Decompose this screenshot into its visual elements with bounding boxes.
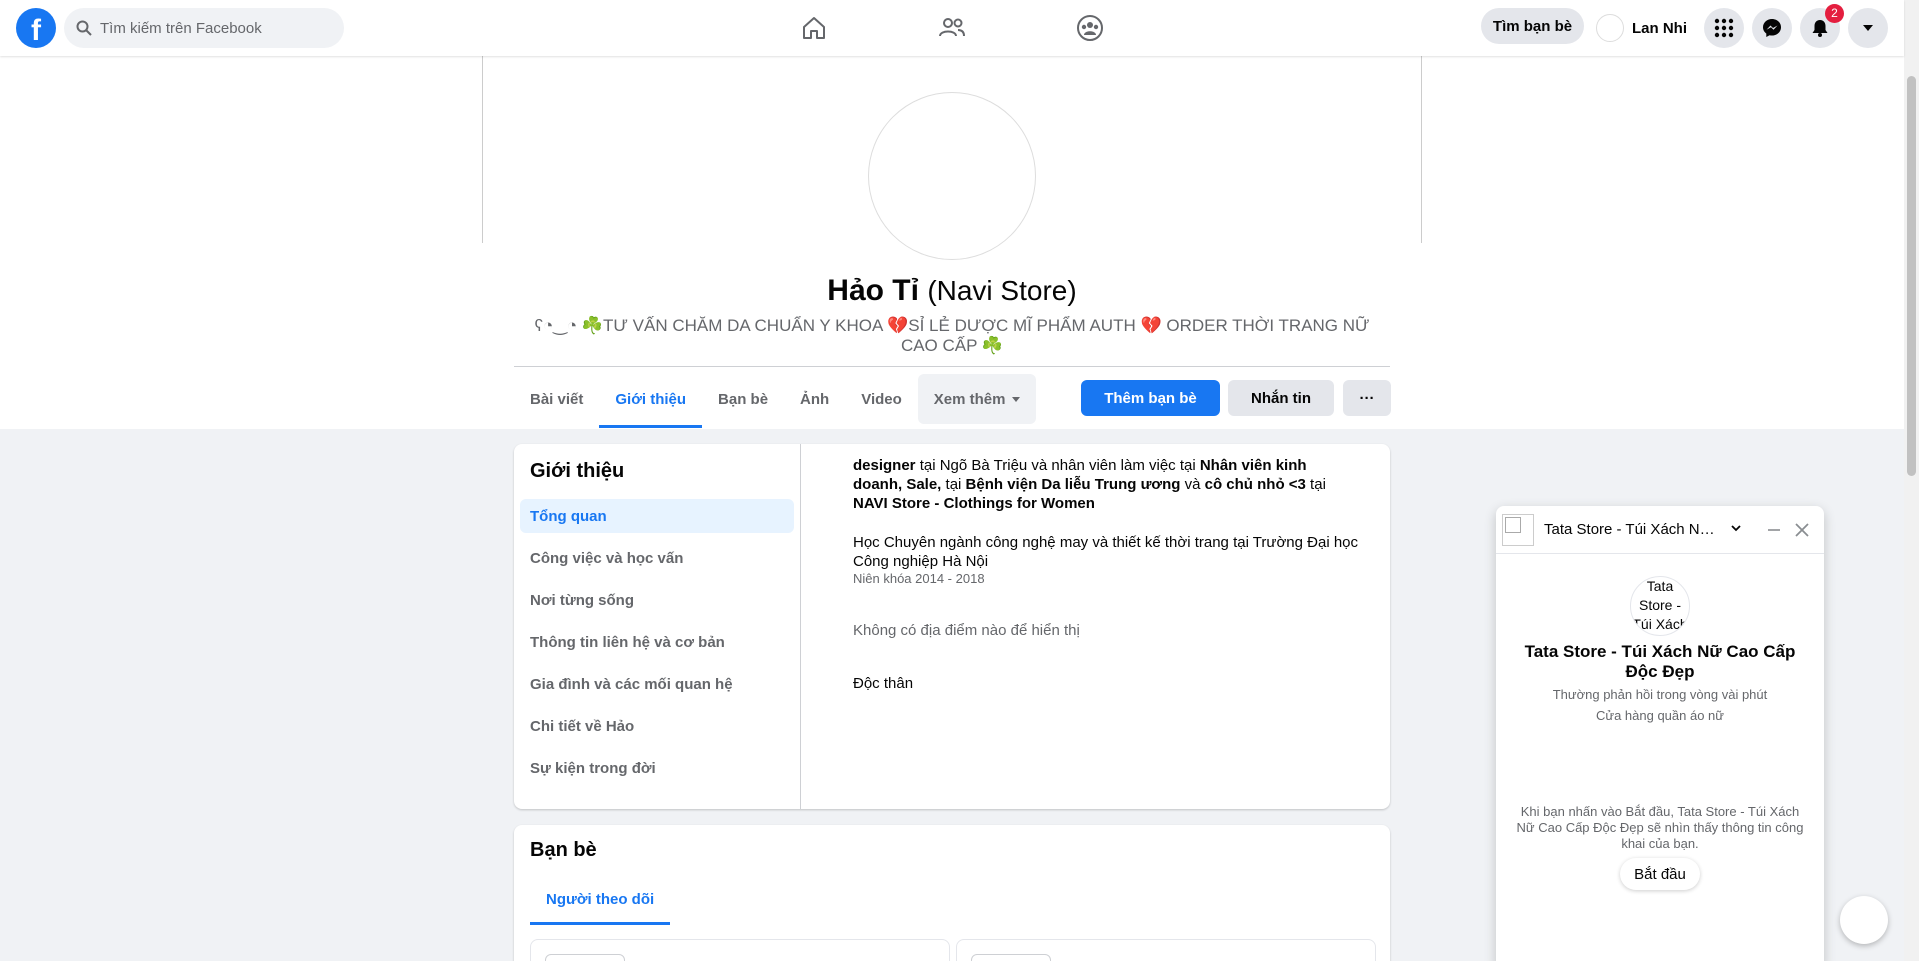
page-scrollbar[interactable] bbox=[1904, 0, 1919, 961]
chat-title[interactable]: Tata Store - Túi Xách Nữ Cao Cấp Độc Đẹp bbox=[1544, 521, 1724, 538]
friends-icon bbox=[939, 18, 965, 37]
list-item[interactable] bbox=[956, 939, 1376, 961]
friend-thumbnail bbox=[971, 954, 1051, 961]
chat-response-time: Thường phản hồi trong vòng vài phút bbox=[1552, 687, 1768, 702]
intro-nav-work-education[interactable]: Công việc và học vấn bbox=[520, 541, 794, 575]
notification-badge: 2 bbox=[1825, 4, 1844, 23]
chat-page-name: Tata Store - Túi Xách Nữ Cao Cấp Độc Đẹp bbox=[1524, 642, 1796, 681]
profile-avatar[interactable] bbox=[868, 92, 1036, 260]
chat-page-category: Cửa hàng quần áo nữ bbox=[1595, 708, 1724, 723]
intro-nav-life-events[interactable]: Sự kiện trong đời bbox=[520, 751, 794, 785]
places-info: Không có địa điểm nào để hiển thị bbox=[853, 622, 1080, 639]
chat-page-avatar: Tata Store - Túi Xách bbox=[1630, 576, 1690, 636]
cover-photo-border bbox=[1421, 56, 1422, 243]
user-profile-chip[interactable]: Lan Nhi bbox=[1596, 12, 1687, 44]
account-menu-button[interactable] bbox=[1848, 8, 1888, 48]
close-icon bbox=[1795, 523, 1809, 537]
groups-nav-button[interactable] bbox=[1060, 8, 1120, 48]
find-friends-button[interactable]: Tìm bạn bè bbox=[1481, 8, 1584, 44]
add-friend-button[interactable]: Thêm bạn bè bbox=[1081, 380, 1220, 416]
work-text: tại bbox=[941, 476, 966, 493]
profile-tabs: Bài viết Giới thiệu Bạn bè Ảnh Video Xem… bbox=[514, 372, 1036, 428]
chat-page-thumbnail bbox=[1502, 514, 1534, 546]
work-text: và bbox=[1180, 476, 1205, 493]
groups-icon bbox=[1077, 15, 1103, 41]
profile-header: Hảo Tỉ (Navi Store) ʕ◔‿◔ ☘️TƯ VẤN CHĂM D… bbox=[0, 56, 1904, 429]
chat-popup: Tata Store - Túi Xách Nữ Cao Cấp Độc Đẹp… bbox=[1496, 506, 1824, 961]
minimize-button[interactable] bbox=[1762, 518, 1786, 542]
home-icon bbox=[803, 17, 825, 39]
avatar bbox=[1596, 14, 1624, 42]
caret-down-icon bbox=[1863, 25, 1873, 31]
work-place[interactable]: NAVI Store - Clothings for Women bbox=[853, 495, 1095, 512]
new-message-button[interactable] bbox=[1840, 896, 1888, 944]
search-icon bbox=[76, 20, 92, 36]
message-button[interactable]: Nhắn tin bbox=[1228, 380, 1334, 416]
friends-nav-button[interactable] bbox=[922, 8, 982, 48]
minimize-icon bbox=[1768, 529, 1780, 531]
work-place[interactable]: Bệnh viện Da liễu Trung ương bbox=[966, 476, 1181, 493]
intro-card: Giới thiệu Tổng quan Công việc và học vấ… bbox=[514, 444, 1390, 809]
start-chat-button[interactable]: Bắt đầu bbox=[1620, 858, 1700, 890]
messenger-button[interactable] bbox=[1752, 8, 1792, 48]
relationship-info: Độc thân bbox=[853, 675, 914, 692]
profile-name: Hảo Tỉ (Navi Store) bbox=[514, 274, 1390, 308]
intro-nav: Tổng quan Công việc và học vấn Nơi từng … bbox=[520, 499, 794, 793]
chat-privacy-note: Khi bạn nhấn vào Bắt đầu, Tata Store - T… bbox=[1516, 804, 1804, 851]
top-navigation-bar: f Tìm bạn bè Lan Nhi 2 bbox=[0, 0, 1904, 56]
tab-about[interactable]: Giới thiệu bbox=[599, 372, 702, 428]
user-name: Lan Nhi bbox=[1632, 19, 1687, 37]
education-info: Học Chuyên ngành công nghệ may và thiết … bbox=[853, 533, 1373, 587]
tab-posts[interactable]: Bài viết bbox=[514, 372, 599, 426]
menu-button[interactable] bbox=[1704, 8, 1744, 48]
see-more-label: Xem thêm bbox=[933, 390, 1006, 408]
messenger-icon bbox=[1763, 19, 1781, 37]
profile-alt-name: (Navi Store) bbox=[927, 275, 1077, 306]
list-item[interactable] bbox=[530, 939, 950, 961]
profile-display-name: Hảo Tỉ bbox=[827, 274, 919, 307]
education-text: Học Chuyên ngành công nghệ may và thiết … bbox=[853, 534, 1358, 570]
work-text: tại Ngõ Bà Triệu và nhân viên làm việc t… bbox=[915, 457, 1200, 474]
friends-title: Bạn bè bbox=[530, 839, 597, 861]
intro-nav-family[interactable]: Gia đình và các mối quan hệ bbox=[520, 667, 794, 701]
chevron-down-icon[interactable] bbox=[1730, 522, 1742, 534]
scrollbar-thumb[interactable] bbox=[1907, 76, 1916, 476]
search-input[interactable] bbox=[100, 8, 336, 48]
tab-see-more[interactable]: Xem thêm bbox=[917, 374, 1036, 424]
tab-followers[interactable]: Người theo dõi bbox=[530, 873, 671, 925]
grid-menu-icon bbox=[1714, 18, 1734, 38]
facebook-logo-icon[interactable]: f bbox=[16, 8, 56, 48]
work-title[interactable]: cô chủ nhỏ <3 bbox=[1205, 476, 1306, 493]
cover-photo-border bbox=[482, 56, 483, 243]
tab-friends[interactable]: Bạn bè bbox=[702, 372, 784, 426]
work-title[interactable]: designer bbox=[853, 457, 916, 474]
bell-icon bbox=[1812, 20, 1828, 37]
intro-title: Giới thiệu bbox=[530, 460, 625, 482]
intro-nav-places[interactable]: Nơi từng sống bbox=[520, 583, 794, 617]
intro-nav-overview[interactable]: Tổng quan bbox=[520, 499, 794, 533]
chat-header[interactable]: Tata Store - Túi Xách Nữ Cao Cấp Độc Đẹp bbox=[1496, 506, 1824, 554]
intro-nav-contact[interactable]: Thông tin liên hệ và cơ bản bbox=[520, 625, 794, 659]
home-nav-button[interactable] bbox=[784, 8, 844, 48]
work-info: designer tại Ngõ Bà Triệu và nhân viên l… bbox=[853, 456, 1353, 513]
education-years: Niên khóa 2014 - 2018 bbox=[853, 571, 985, 586]
more-actions-button[interactable]: ··· bbox=[1343, 380, 1391, 416]
tab-videos[interactable]: Video bbox=[845, 372, 918, 426]
intro-nav-details[interactable]: Chi tiết về Hảo bbox=[520, 709, 794, 743]
work-text: tại bbox=[1305, 476, 1326, 493]
search-box[interactable] bbox=[64, 8, 344, 48]
profile-bio: ʕ◔‿◔ ☘️TƯ VẤN CHĂM DA CHUẨN Y KHOA 💔SỈ L… bbox=[534, 316, 1370, 355]
intro-sidebar: Giới thiệu Tổng quan Công việc và học vấ… bbox=[514, 444, 801, 809]
divider bbox=[514, 366, 1390, 367]
caret-down-icon bbox=[1011, 396, 1020, 402]
friends-card: Bạn bè Người theo dõi bbox=[514, 825, 1390, 961]
friend-thumbnail bbox=[545, 954, 625, 961]
close-button[interactable] bbox=[1790, 518, 1814, 542]
tab-photos[interactable]: Ảnh bbox=[784, 372, 845, 426]
notifications-button[interactable]: 2 bbox=[1800, 4, 1844, 48]
intro-content: designer tại Ngõ Bà Triệu và nhân viên l… bbox=[853, 456, 1373, 693]
